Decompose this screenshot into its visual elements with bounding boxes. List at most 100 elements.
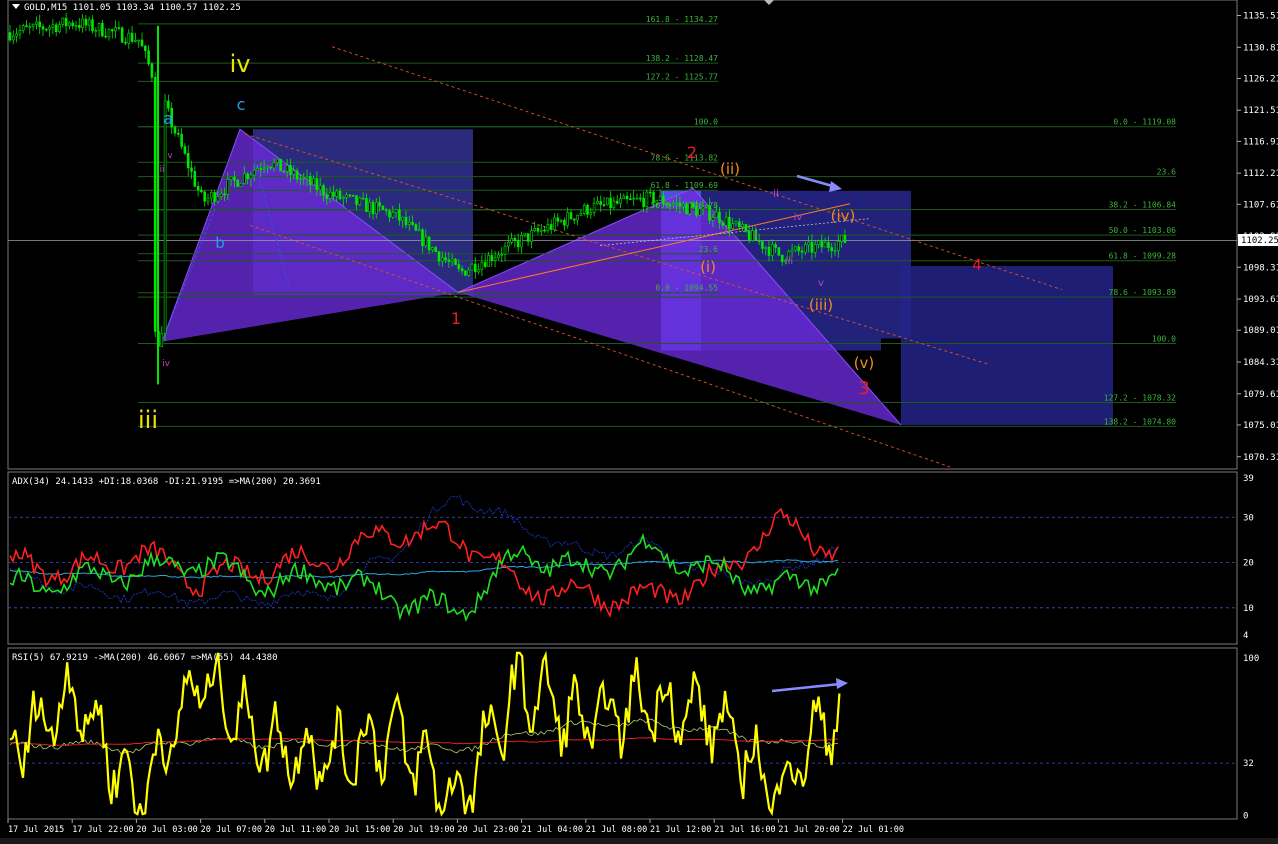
wave-label: iii [138,406,158,434]
candle-body [615,200,619,204]
candle-body [612,200,616,209]
horizontal-scrollbar[interactable] [0,838,1278,844]
wave-mark: v [167,151,173,161]
candle-body [473,263,477,273]
candle-body [605,197,609,206]
candle-body [203,191,206,202]
candle-body [619,198,622,204]
candle-body [820,240,824,248]
fib-level-label: 23.6 [1157,168,1176,177]
candle-body [536,228,540,232]
candle-body [747,231,751,241]
wave-label: b [215,234,225,252]
candle-body [147,50,150,65]
candle-body [384,209,388,212]
candle-body [645,191,649,208]
candle-body [12,35,15,41]
wave-label: (i) [700,258,716,276]
candle-body [401,216,405,221]
wave-label: 3 [858,378,869,399]
candle-body [843,234,847,243]
wave-label: v [818,278,824,289]
candle-body [338,190,342,199]
candle-body [790,249,794,252]
candle-body [285,165,289,172]
candle-body [272,162,276,169]
wave-label: 4 [972,256,982,274]
candle-body [398,209,401,221]
wave-mark: iv [162,359,171,369]
candle-body [54,24,58,33]
candle-body [539,229,543,232]
candle-body [589,212,593,215]
wave-label: c [237,95,246,114]
candle-body [447,259,451,262]
candle-body [315,178,319,191]
adx-tick-label: 10 [1243,604,1254,614]
candle-body [193,171,197,187]
candle-body [345,194,348,198]
candle-body [797,246,801,252]
candle-body [457,264,461,269]
candle-body [150,63,154,78]
trading-chart[interactable]: 161.8 - 1134.27 138.2 - 1128.47 127.2 - 11… [0,0,1278,844]
candle-body [282,170,286,173]
candle-body [124,41,127,44]
adx-tick-label: 4 [1243,631,1248,641]
candle-body [559,219,563,222]
time-tick-label: 20 Jul 03:00 [136,825,197,835]
fib-level-label: 100.0 [1152,335,1176,344]
candle-body [325,194,329,199]
candle-body [638,197,642,200]
candle-body [500,253,504,256]
candle-body [695,206,698,216]
wave-label: ii [773,187,779,200]
adx-tick-label: 39 [1243,474,1254,484]
candle-body [35,21,38,25]
candle-body [424,236,428,247]
candle-body [698,208,702,216]
candle-body [78,24,81,28]
candle-body [243,173,246,184]
candle-body [609,197,612,209]
candle-body [18,29,22,35]
candle-body [355,195,358,205]
candle-body [780,254,784,262]
candle-body [107,29,111,38]
rsi-panel[interactable] [7,647,1238,820]
candle-body [827,242,830,248]
candle-body [566,212,570,226]
price-tick-label: 1107.61 [1243,200,1278,210]
fib-level-label: 161.8 - 1134.27 [646,15,718,24]
candle-body [437,251,441,262]
time-tick-label: 21 Jul 04:00 [522,825,583,835]
candle-body [249,174,253,180]
candle-body [767,246,771,256]
time-tick-label: 20 Jul 07:00 [201,825,262,835]
candle-body [701,206,705,210]
candle-body [440,257,444,262]
candle-body [61,17,65,25]
candle-body [493,257,497,261]
candle-body [381,205,385,211]
candle-body [490,255,494,261]
price-tick-label: 1116.91 [1243,137,1278,147]
time-tick-label: 17 Jul 2015 [8,825,64,835]
candle-body [714,211,718,218]
price-tick-label: 1112.21 [1243,169,1278,179]
candle-body [229,176,233,180]
candle-body [180,133,183,147]
candle-body [295,170,299,180]
candle-body [635,197,639,200]
fib-level-label: 61.8 - 1109.69 [651,181,719,190]
candle-body [91,19,94,32]
candle-body [130,32,134,42]
adx-panel[interactable] [7,471,1238,645]
candle-body [652,191,655,204]
candle-body [411,221,414,225]
candle-body [312,178,315,186]
candle-body [464,270,467,276]
candle-body [127,32,131,44]
candle-body [602,204,606,206]
candle-body [190,167,193,172]
